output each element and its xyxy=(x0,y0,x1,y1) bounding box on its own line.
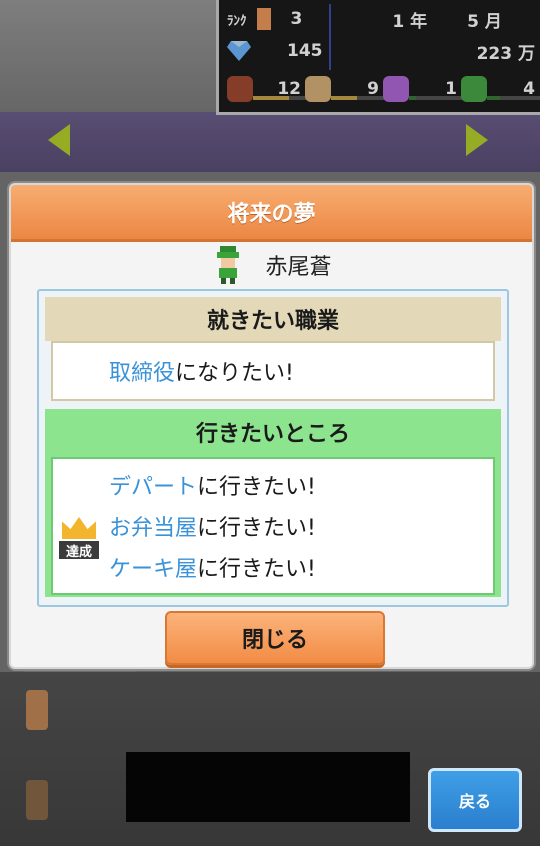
place-suffix: に行きたい! xyxy=(197,475,316,500)
places-section: 行きたいところ 達成 デパートに行きたい! お弁当屋に行きたい! ケーキ屋に行き… xyxy=(45,409,501,597)
achieved-label: 達成 xyxy=(59,541,99,560)
place-name: ケーキ屋 xyxy=(109,557,198,582)
ad-banner[interactable] xyxy=(126,752,410,822)
place-suffix: に行きたい! xyxy=(197,557,316,582)
place-suffix: に行きたい! xyxy=(197,516,316,541)
dialog-title: 将来の夢 xyxy=(11,185,532,242)
character-avatar-icon xyxy=(217,246,240,284)
place-name: デパート xyxy=(109,475,198,500)
crown-icon xyxy=(62,517,96,539)
job-name: 取締役 xyxy=(109,361,176,386)
place-name: お弁当屋 xyxy=(109,516,198,541)
job-suffix: になりたい! xyxy=(175,361,294,386)
places-section-heading: 行きたいところ xyxy=(195,422,350,447)
list-item: ケーキ屋に行きたい! xyxy=(109,551,316,583)
back-button[interactable]: 戻る xyxy=(428,768,522,832)
list-item: デパートに行きたい! xyxy=(109,469,316,501)
character-name: 赤尾蒼 xyxy=(265,255,332,280)
places-list: 達成 デパートに行きたい! お弁当屋に行きたい! ケーキ屋に行きたい! xyxy=(51,457,495,595)
close-button[interactable]: 閉じる xyxy=(165,611,385,665)
future-dream-dialog: 将来の夢 赤尾蒼 就きたい職業 取締役 になりたい! 行きたいところ 達成 デパ… xyxy=(9,183,534,669)
job-wish: 取締役 になりたい! xyxy=(51,341,495,401)
achieved-badge: 達成 xyxy=(59,515,99,560)
job-section-heading: 就きたい職業 xyxy=(45,297,501,341)
character-header: 赤尾蒼 xyxy=(11,245,532,285)
dream-panel: 就きたい職業 取締役 になりたい! 行きたいところ 達成 デパートに行きたい! お… xyxy=(37,289,509,607)
list-item: お弁当屋に行きたい! xyxy=(109,510,316,542)
